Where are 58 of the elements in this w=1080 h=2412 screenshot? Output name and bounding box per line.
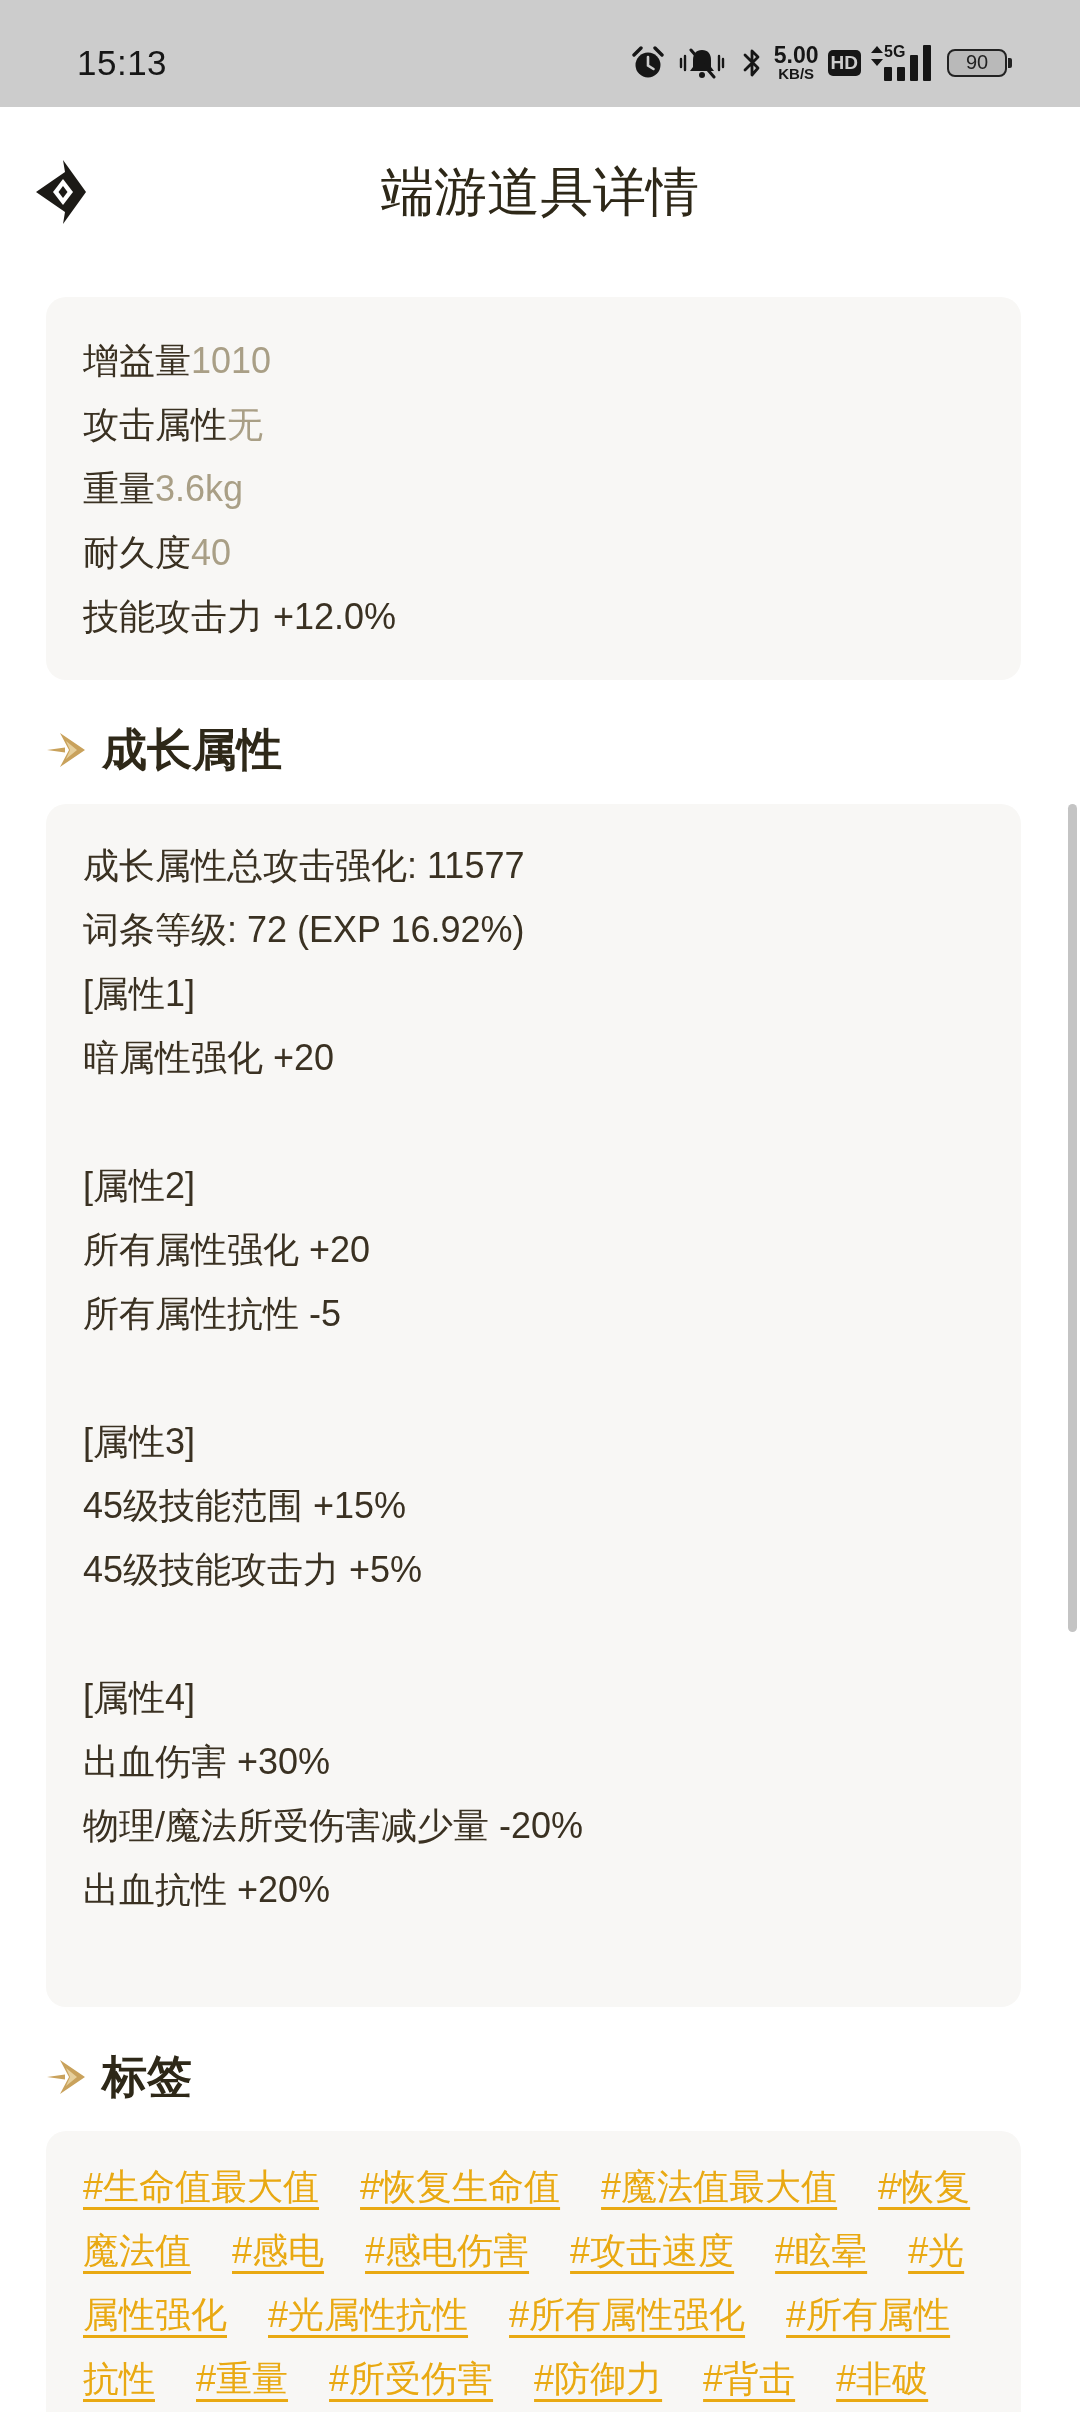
tag-link[interactable]: #光属性抗性: [268, 2294, 469, 2335]
scrollbar-thumb[interactable]: [1068, 804, 1077, 1632]
tag-link[interactable]: #所有属性: [786, 2294, 951, 2335]
network-type-label: 5G: [884, 42, 906, 61]
tag-link[interactable]: #眩晕: [775, 2230, 868, 2271]
hd-badge: HD: [827, 49, 861, 76]
tag-link[interactable]: 属性强化: [83, 2294, 227, 2335]
info-value: 无: [227, 404, 263, 445]
info-text: 技能攻击力 +12.0%: [83, 596, 397, 637]
attribute-effect: 物理/魔法所受伤害减少量 -20%: [83, 1804, 585, 1848]
section-title: 标签: [102, 2050, 192, 2104]
tag-link[interactable]: #非破: [836, 2358, 929, 2399]
tag-link[interactable]: 抗性: [83, 2358, 155, 2399]
clock-time: 15:13: [77, 42, 168, 83]
diamond-logo-icon: [36, 160, 86, 224]
summary-line: 成长属性总攻击强化: 11577: [83, 844, 526, 888]
tag-link[interactable]: #重量: [196, 2358, 289, 2399]
network-speed-unit: KB/S: [778, 65, 815, 82]
info-value: 1010: [191, 340, 272, 381]
tag-link[interactable]: #恢复: [878, 2166, 971, 2207]
attribute-group-label: [属性2]: [83, 1164, 197, 1208]
tag-link[interactable]: #生命值最大值: [83, 2166, 320, 2207]
tag-link[interactable]: #魔法值最大值: [601, 2166, 838, 2207]
tag-link[interactable]: #所受伤害: [329, 2358, 494, 2399]
attribute-effect: 出血抗性 +20%: [83, 1868, 332, 1912]
section-title: 成长属性: [102, 723, 282, 777]
tag-link[interactable]: #所有属性强化: [509, 2294, 746, 2335]
tag-link[interactable]: #防御力: [534, 2358, 663, 2399]
attribute-effect: 45级技能范围 +15%: [83, 1484, 408, 1528]
info-value: 3.6kg: [155, 468, 244, 509]
attribute-group-label: [属性1]: [83, 972, 197, 1016]
info-label: 耐久度: [83, 532, 191, 573]
alarm-clock-icon: [631, 45, 664, 80]
attribute-effect: 45级技能攻击力 +5%: [83, 1548, 424, 1592]
tag-link[interactable]: #感电伤害: [365, 2230, 530, 2271]
info-value: 40: [191, 532, 232, 573]
info-label: 重量: [83, 468, 155, 509]
battery-indicator: 90: [947, 48, 1012, 77]
attribute-group-label: [属性4]: [83, 1676, 197, 1720]
page-title: 端游道具详情: [381, 161, 699, 223]
attribute-effect: 暗属性强化 +20: [83, 1036, 336, 1080]
tag-link[interactable]: 魔法值: [83, 2230, 191, 2271]
attribute-group-label: [属性3]: [83, 1420, 197, 1464]
attribute-effect: 出血伤害 +30%: [83, 1740, 332, 1784]
tag-link[interactable]: #攻击速度: [570, 2230, 735, 2271]
attribute-effect: 所有属性抗性 -5: [83, 1292, 342, 1336]
info-label: 增益量: [83, 340, 191, 381]
summary-line: 词条等级: 72 (EXP 16.92%): [83, 908, 526, 952]
tag-link[interactable]: #光: [908, 2230, 965, 2271]
tag-link[interactable]: #背击: [703, 2358, 796, 2399]
tag-link[interactable]: #感电: [232, 2230, 325, 2271]
attribute-effect: 所有属性强化 +20: [83, 1228, 372, 1272]
tag-link[interactable]: #恢复生命值: [360, 2166, 561, 2207]
signal-bars-icon: [884, 44, 932, 81]
info-label: 攻击属性: [83, 404, 227, 445]
data-arrows-icon: [871, 45, 883, 66]
bell-off-icon: [677, 46, 726, 79]
network-speed-value: 5.00: [773, 43, 819, 66]
